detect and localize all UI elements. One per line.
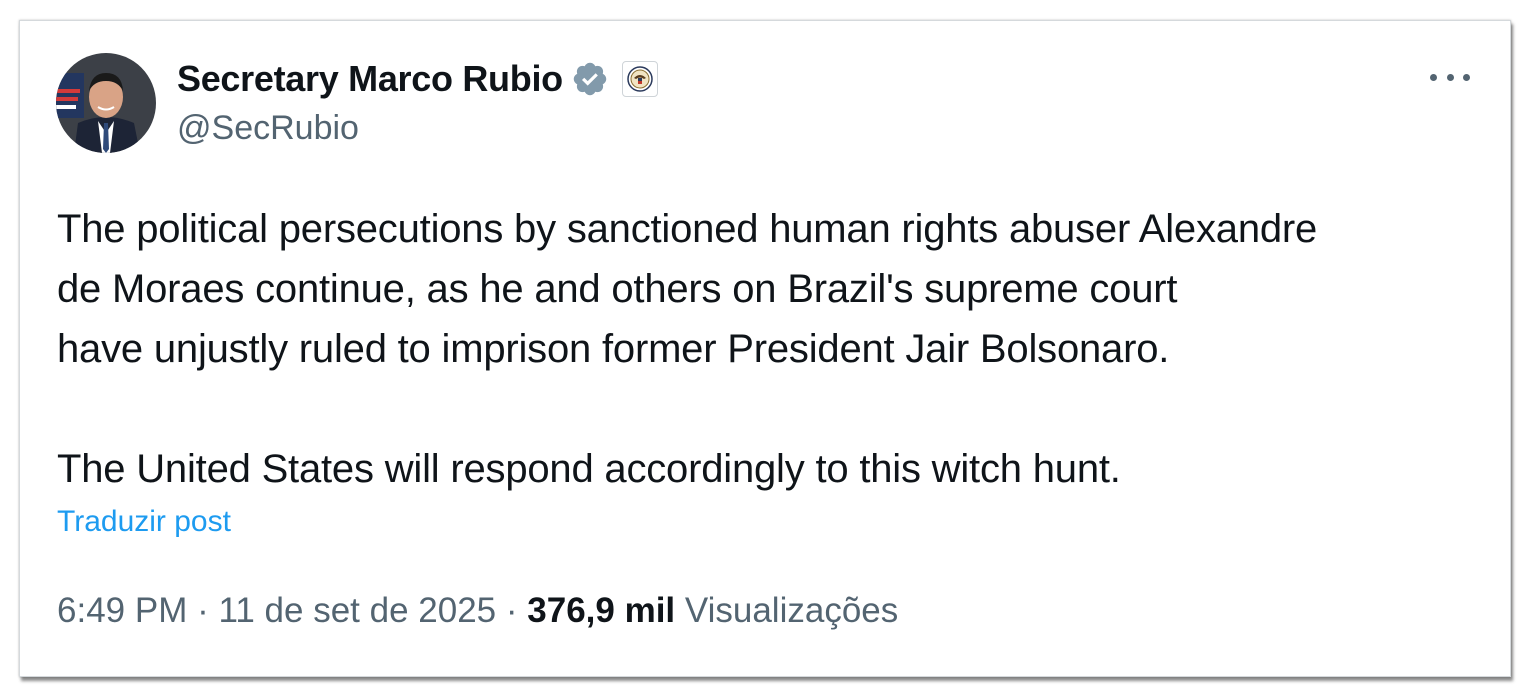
- tweet-card: Secretary Marco Rubio @SecRubio The poli…: [19, 20, 1511, 677]
- meta-separator: ·: [505, 591, 518, 630]
- tweet-time[interactable]: 6:49 PM: [57, 591, 187, 630]
- tweet-meta: 6:49 PM · 11 de set de 2025 · 376,9 mil …: [57, 591, 898, 631]
- more-dot: [1446, 73, 1454, 81]
- avatar-photo: [56, 53, 156, 153]
- translate-post-link[interactable]: Traduzir post: [57, 505, 231, 539]
- views-count: 376,9 mil: [527, 591, 676, 630]
- state-department-seal-icon[interactable]: [621, 61, 658, 97]
- meta-separator: ·: [197, 591, 209, 630]
- tweet-line: de Moraes continue, as he and others on …: [57, 267, 1178, 311]
- more-dot: [1430, 73, 1437, 81]
- tweet-line: have unjustly ruled to imprison former P…: [57, 327, 1170, 371]
- tweet-line: The political persecutions by sanctioned…: [57, 207, 1318, 251]
- more-dot: [1463, 73, 1470, 81]
- author-name-row: Secretary Marco Rubio: [177, 57, 658, 101]
- author-display-name[interactable]: Secretary Marco Rubio: [177, 58, 563, 100]
- tweet-date[interactable]: 11 de set de 2025: [218, 591, 496, 630]
- tweet-line: The United States will respond according…: [57, 447, 1121, 491]
- tweet-text: The political persecutions by sanctioned…: [57, 199, 1497, 499]
- views-label: Visualizações: [684, 591, 899, 630]
- avatar[interactable]: [56, 53, 156, 153]
- verified-badge-icon[interactable]: [571, 60, 609, 98]
- more-options-icon[interactable]: [1430, 65, 1470, 89]
- author-handle[interactable]: @SecRubio: [177, 109, 359, 148]
